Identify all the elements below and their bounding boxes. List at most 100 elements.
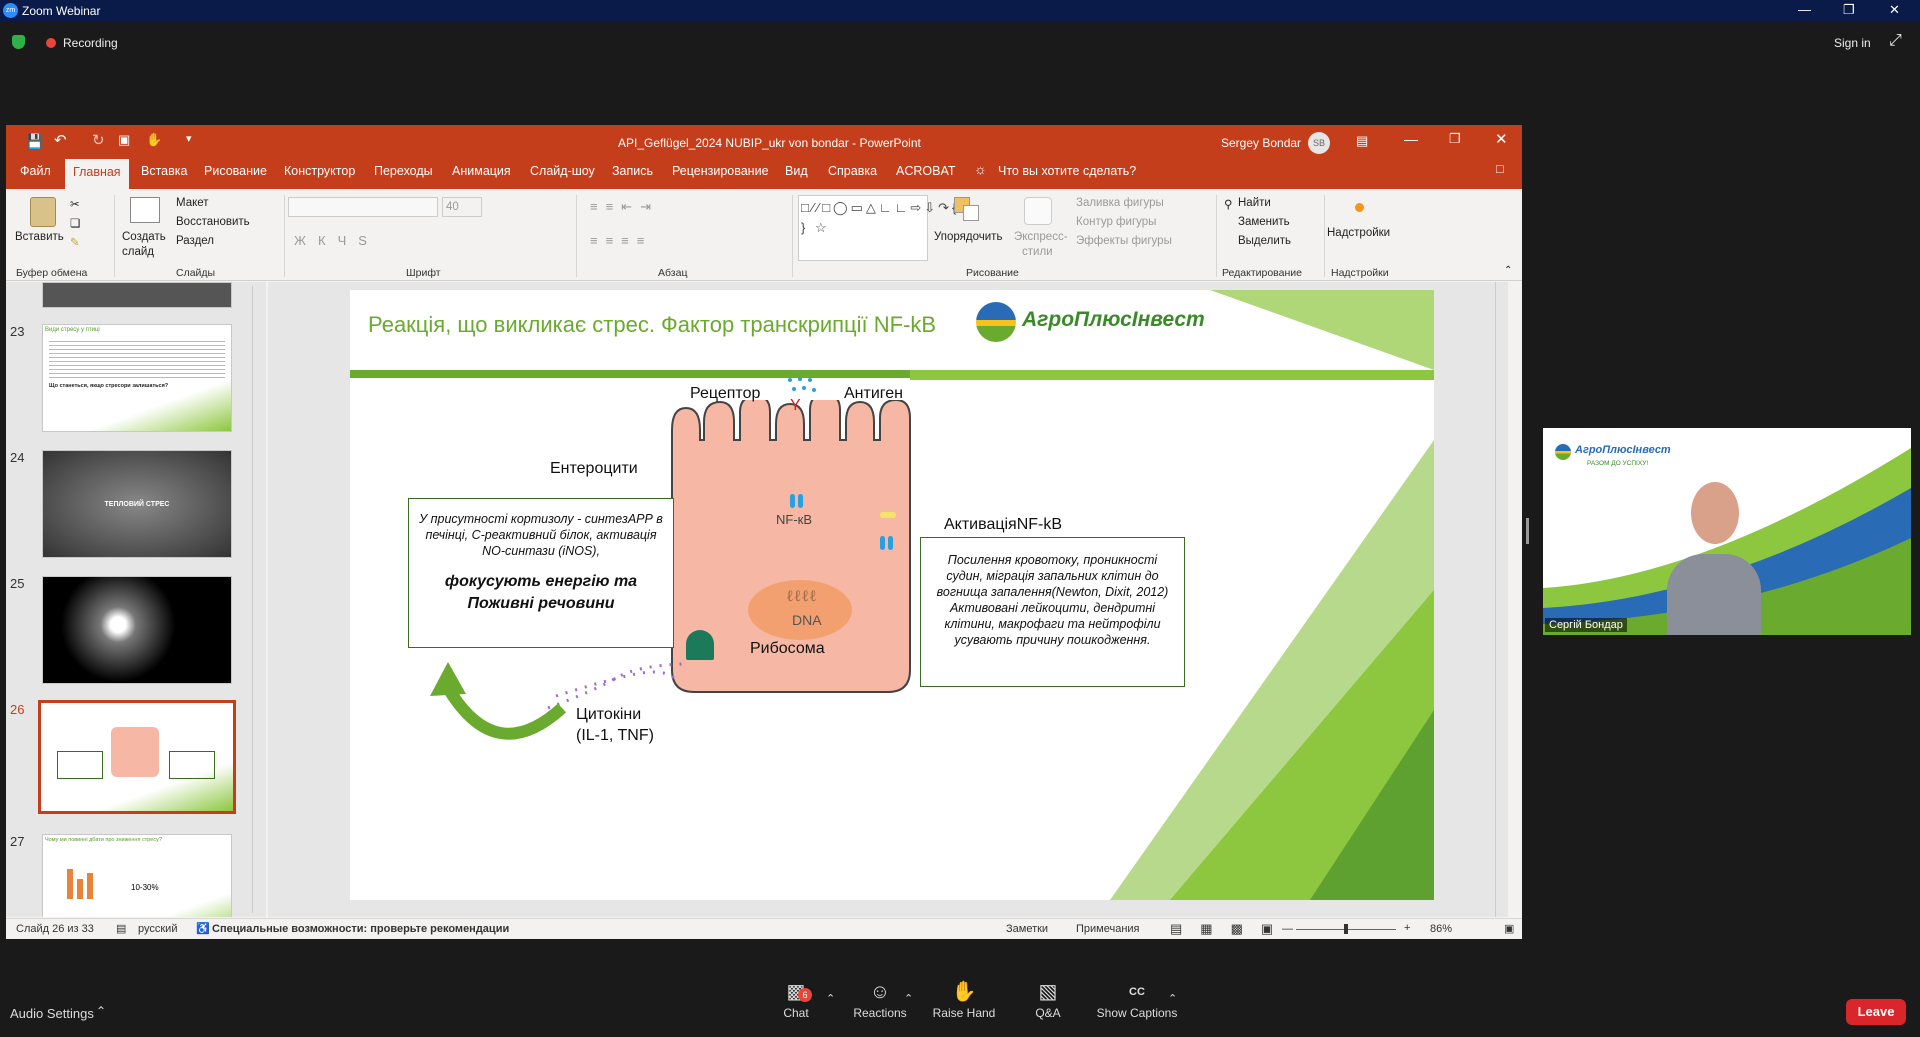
shield-icon[interactable]	[12, 35, 25, 49]
collapse-ribbon-icon[interactable]: ⌃	[1504, 265, 1512, 276]
thumbnails-scrollbar[interactable]	[252, 286, 264, 913]
sign-in-link[interactable]: Sign in	[1834, 36, 1871, 50]
touch-mode-icon[interactable]: ✋	[146, 132, 162, 148]
paste-button[interactable]: Вставить	[15, 231, 64, 243]
audio-settings-button[interactable]: Audio Settings	[10, 1006, 94, 1021]
accessibility-label[interactable]: Специальные возможности: проверьте реком…	[212, 923, 509, 935]
minimize-icon[interactable]: —	[1798, 2, 1811, 17]
tell-me-input[interactable]: Что вы хотите сделать?	[998, 164, 1136, 178]
quick-styles-button[interactable]: Экспресс-	[1014, 231, 1068, 243]
tab-animations[interactable]: Анимация	[452, 164, 511, 178]
comments-icon[interactable]: □	[1496, 162, 1504, 176]
shape-fill-button[interactable]: Заливка фигуры	[1076, 197, 1164, 209]
chat-options-icon[interactable]: ⌃	[826, 992, 835, 1005]
close-icon[interactable]: ✕	[1889, 2, 1900, 18]
new-slide-icon[interactable]	[130, 197, 160, 223]
left-info-box[interactable]: У присутності кортизолу - синтезАРР в пе…	[408, 498, 674, 648]
tab-draw[interactable]: Рисование	[204, 164, 267, 178]
slide-26[interactable]: Реакція, що викликає стрес. Фактор транс…	[350, 290, 1434, 900]
avatar[interactable]: SB	[1308, 132, 1330, 154]
zoom-slider-thumb[interactable]	[1344, 924, 1348, 934]
tab-file[interactable]: Файл	[20, 164, 51, 178]
right-info-box[interactable]: Посилення кровотоку, проникності судин, …	[920, 537, 1185, 687]
tab-transitions[interactable]: Переходы	[374, 164, 433, 178]
fit-slide-icon[interactable]: ▣	[1504, 922, 1514, 935]
tab-design[interactable]: Конструктор	[284, 164, 355, 178]
ppt-restore-icon[interactable]: ❐	[1449, 131, 1461, 147]
undo-icon[interactable]: ↶	[54, 131, 67, 149]
quick-styles-icon[interactable]	[1024, 197, 1052, 225]
font-format-buttons[interactable]: ЖКЧS	[294, 233, 379, 248]
comments-button[interactable]: Примечания	[1076, 923, 1140, 935]
tab-help[interactable]: Справка	[828, 164, 877, 178]
slide-thumbnail-23[interactable]: Види стресу у птиці Що станеться, якщо с…	[42, 324, 232, 432]
tab-record[interactable]: Запись	[612, 164, 653, 178]
list-buttons[interactable]: ≡≡⇤⇥	[590, 199, 659, 215]
slide-thumbnails-pane[interactable]: 23 Види стресу у птиці Що станеться, якщ…	[6, 282, 266, 917]
reactions-options-icon[interactable]: ⌃	[904, 992, 913, 1005]
ppt-close-icon[interactable]: ✕	[1495, 130, 1508, 148]
tab-view[interactable]: Вид	[785, 164, 808, 178]
arrange-icon[interactable]	[954, 197, 980, 223]
find-icon[interactable]: ⚲	[1224, 197, 1232, 211]
spellcheck-icon[interactable]: ▤	[116, 922, 126, 935]
fullscreen-icon[interactable]: ⤢	[1889, 32, 1902, 50]
new-slide-button[interactable]: Создать	[122, 231, 166, 243]
paste-icon[interactable]	[30, 197, 56, 227]
new-slide-button-2[interactable]: слайд	[122, 246, 154, 258]
addins-button[interactable]: Надстройки	[1327, 227, 1390, 239]
speaker-video[interactable]: АгроПлюсІнвест РАЗОМ ДО УСПІХУ! Сергій Б…	[1543, 428, 1911, 635]
quick-styles-button-2[interactable]: стили	[1022, 246, 1053, 258]
section-button[interactable]: Раздел	[176, 235, 214, 247]
format-painter-icon[interactable]: ✎	[70, 235, 80, 249]
tab-slideshow[interactable]: Слайд-шоу	[530, 164, 595, 178]
shapes-gallery[interactable]: □∕∕□◯▭△∟∟⇨⇩↷{ } ☆	[798, 195, 956, 261]
redo-icon[interactable]: ↻	[92, 131, 105, 149]
slide-thumbnail-27[interactable]: Чому ми повинні дбати про зниження стрес…	[42, 834, 232, 917]
chevron-up-icon[interactable]: ⌃	[96, 1004, 106, 1018]
arrange-button[interactable]: Упорядочить	[934, 231, 1002, 243]
restore-icon[interactable]: ❐	[1843, 2, 1855, 18]
reset-button[interactable]: Восстановить	[176, 216, 250, 228]
zoom-level[interactable]: 86%	[1430, 923, 1452, 935]
align-buttons[interactable]: ≡≡≡≡	[590, 233, 652, 248]
save-icon[interactable]: 💾	[26, 133, 43, 150]
layout-button[interactable]: Макет	[176, 197, 209, 209]
zoom-out-icon[interactable]: —	[1282, 923, 1293, 935]
chat-button[interactable]: ▩ Chat	[756, 978, 836, 1020]
slide-thumbnail-25[interactable]	[42, 576, 232, 684]
slide-title[interactable]: Реакція, що викликає стрес. Фактор транс…	[368, 312, 936, 338]
user-name[interactable]: Sergey Bondar	[1221, 136, 1301, 150]
slide-thumbnail-26[interactable]	[38, 700, 236, 814]
language-label[interactable]: русский	[138, 923, 177, 935]
zoom-in-icon[interactable]: +	[1404, 922, 1410, 934]
replace-button[interactable]: Заменить	[1238, 216, 1290, 228]
find-button[interactable]: Найти	[1238, 197, 1271, 209]
customize-qat-icon[interactable]: ▾	[186, 132, 192, 145]
ribbon-display-icon[interactable]: ▤	[1356, 133, 1368, 149]
video-panel-resize-handle[interactable]	[1526, 518, 1529, 544]
notes-button[interactable]: Заметки	[1006, 923, 1048, 935]
cut-icon[interactable]: ✂	[70, 197, 80, 211]
accessibility-icon[interactable]: ♿	[196, 922, 210, 935]
font-size-select[interactable]: 40	[442, 197, 482, 217]
addins-icon[interactable]	[1355, 203, 1364, 212]
tab-acrobat[interactable]: ACROBAT	[896, 164, 956, 178]
recording-label[interactable]: Recording	[63, 36, 118, 50]
slide-thumbnail-24[interactable]: ТЕПЛОВИЙ СТРЕС	[42, 450, 232, 558]
tab-home[interactable]: Главная	[65, 159, 129, 189]
qa-button[interactable]: ▧ Q&A	[1008, 978, 1088, 1020]
present-icon[interactable]: ▣	[118, 132, 130, 148]
tab-insert[interactable]: Вставка	[141, 164, 187, 178]
leave-button[interactable]: Leave	[1846, 999, 1906, 1025]
captions-options-icon[interactable]: ⌃	[1168, 992, 1177, 1005]
slide-scrollbar[interactable]	[1495, 282, 1508, 917]
view-buttons[interactable]: ▤▦▩▣	[1170, 921, 1291, 937]
ppt-minimize-icon[interactable]: —	[1404, 131, 1418, 147]
slide-thumbnail-22[interactable]	[42, 282, 232, 308]
select-button[interactable]: Выделить	[1238, 235, 1291, 247]
shape-outline-button[interactable]: Контур фигуры	[1076, 216, 1156, 228]
font-family-select[interactable]	[288, 197, 438, 217]
raise-hand-button[interactable]: ✋ Raise Hand	[924, 978, 1004, 1020]
shape-effects-button[interactable]: Эффекты фигуры	[1076, 235, 1172, 247]
